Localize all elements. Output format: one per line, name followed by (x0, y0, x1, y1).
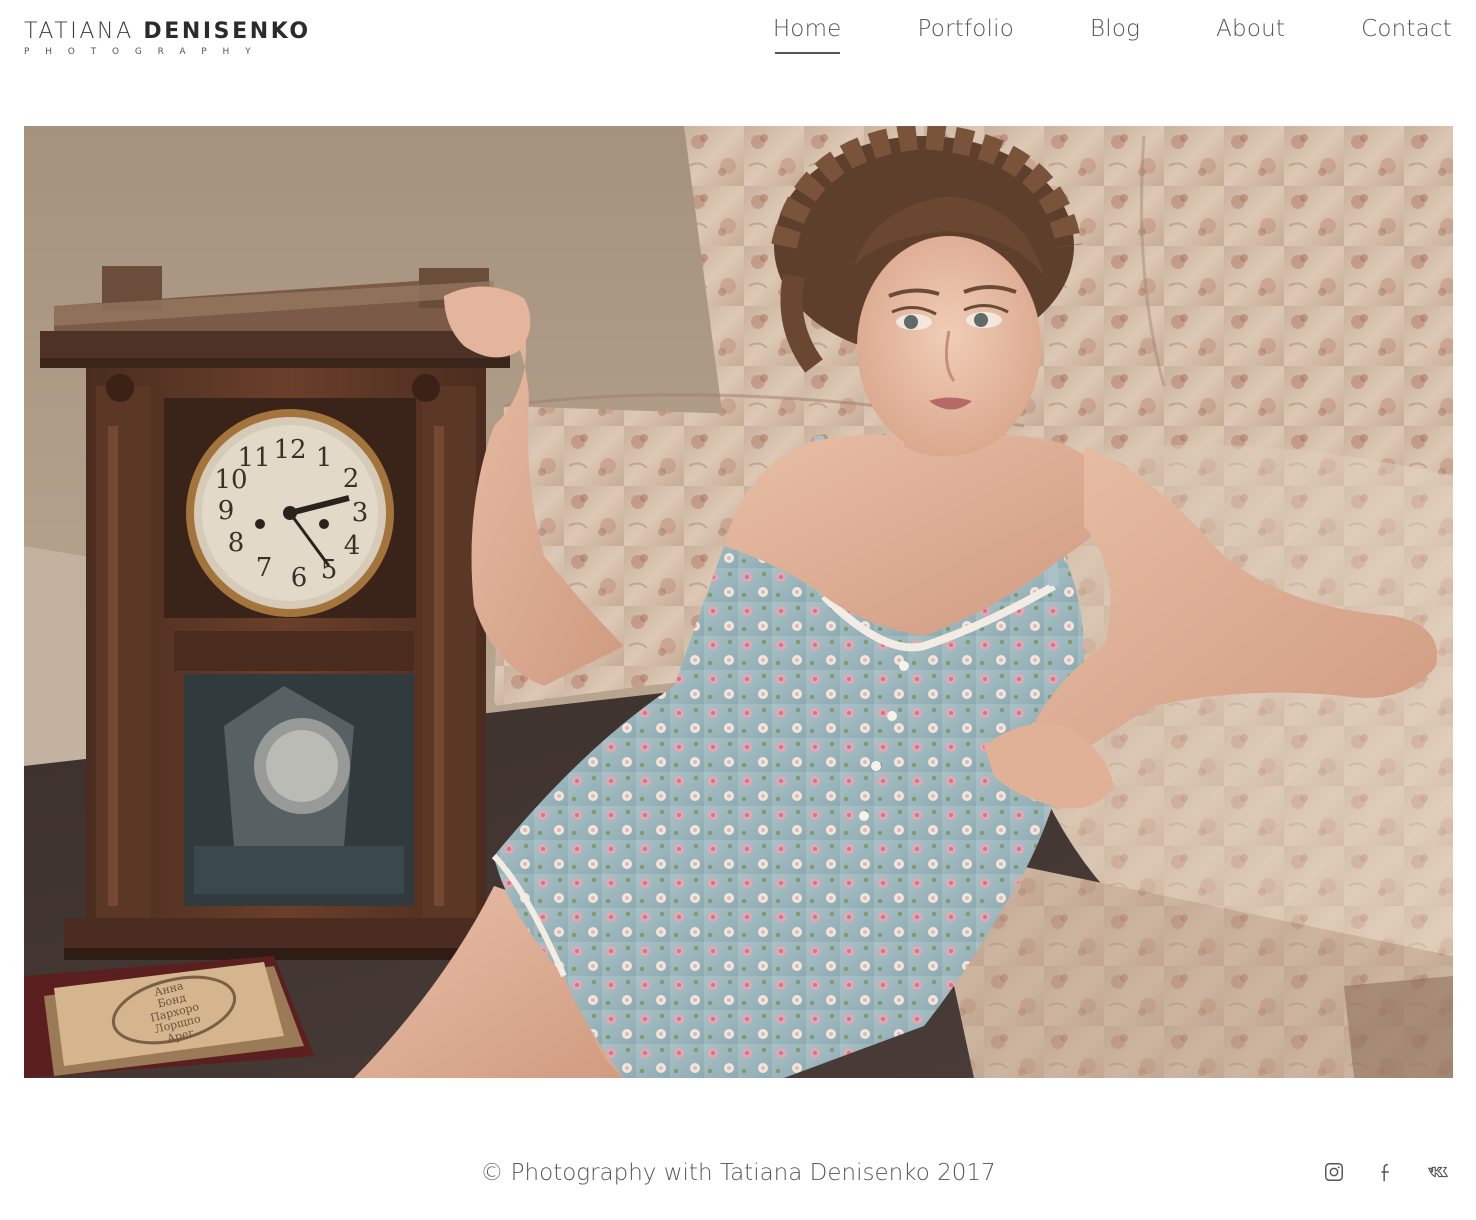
instagram-link[interactable] (1320, 1158, 1348, 1186)
vk-link[interactable] (1424, 1158, 1452, 1186)
logo-last-name: DENISENKO (143, 19, 311, 44)
site-logo[interactable]: TATIANA DENISENKO PHOTOGRAPHY (24, 19, 308, 60)
hero-photo-illustration: 12 1 2 3 4 5 6 7 8 9 10 11 Анна Бонд Пар… (24, 126, 1453, 1078)
clock-numeral: 3 (352, 498, 369, 528)
footer-copyright: © Photography with Tatiana Denisenko 201… (480, 1160, 996, 1186)
instagram-icon (1325, 1163, 1343, 1181)
nav-portfolio[interactable]: Portfolio (918, 16, 1014, 54)
clock-numeral: 7 (256, 553, 273, 583)
facebook-icon (1381, 1163, 1389, 1182)
clock-numeral: 1 (316, 443, 333, 473)
clock-numeral: 4 (344, 531, 361, 561)
clock-numeral: 9 (218, 496, 235, 526)
clock-numeral: 11 (237, 443, 270, 473)
logo-tagline: PHOTOGRAPHY (24, 47, 267, 57)
logo-name: TATIANA DENISENKO (24, 19, 308, 44)
nav-blog[interactable]: Blog (1090, 16, 1140, 54)
hero-photo: 12 1 2 3 4 5 6 7 8 9 10 11 Анна Бонд Пар… (24, 126, 1453, 1078)
nav-contact[interactable]: Contact (1361, 16, 1452, 54)
facebook-link[interactable] (1372, 1158, 1400, 1186)
clock-numeral: 8 (228, 528, 245, 558)
clock-numeral: 6 (291, 563, 308, 593)
nav-about[interactable]: About (1216, 16, 1285, 54)
logo-first-name: TATIANA (24, 19, 134, 44)
clock-numeral: 12 (273, 435, 306, 465)
nav-home[interactable]: Home (773, 16, 842, 54)
main-nav: Home Portfolio Blog About Contact (773, 16, 1452, 54)
vk-icon (1428, 1166, 1448, 1178)
clock-numeral: 2 (343, 464, 360, 494)
social-links (1296, 1158, 1452, 1186)
